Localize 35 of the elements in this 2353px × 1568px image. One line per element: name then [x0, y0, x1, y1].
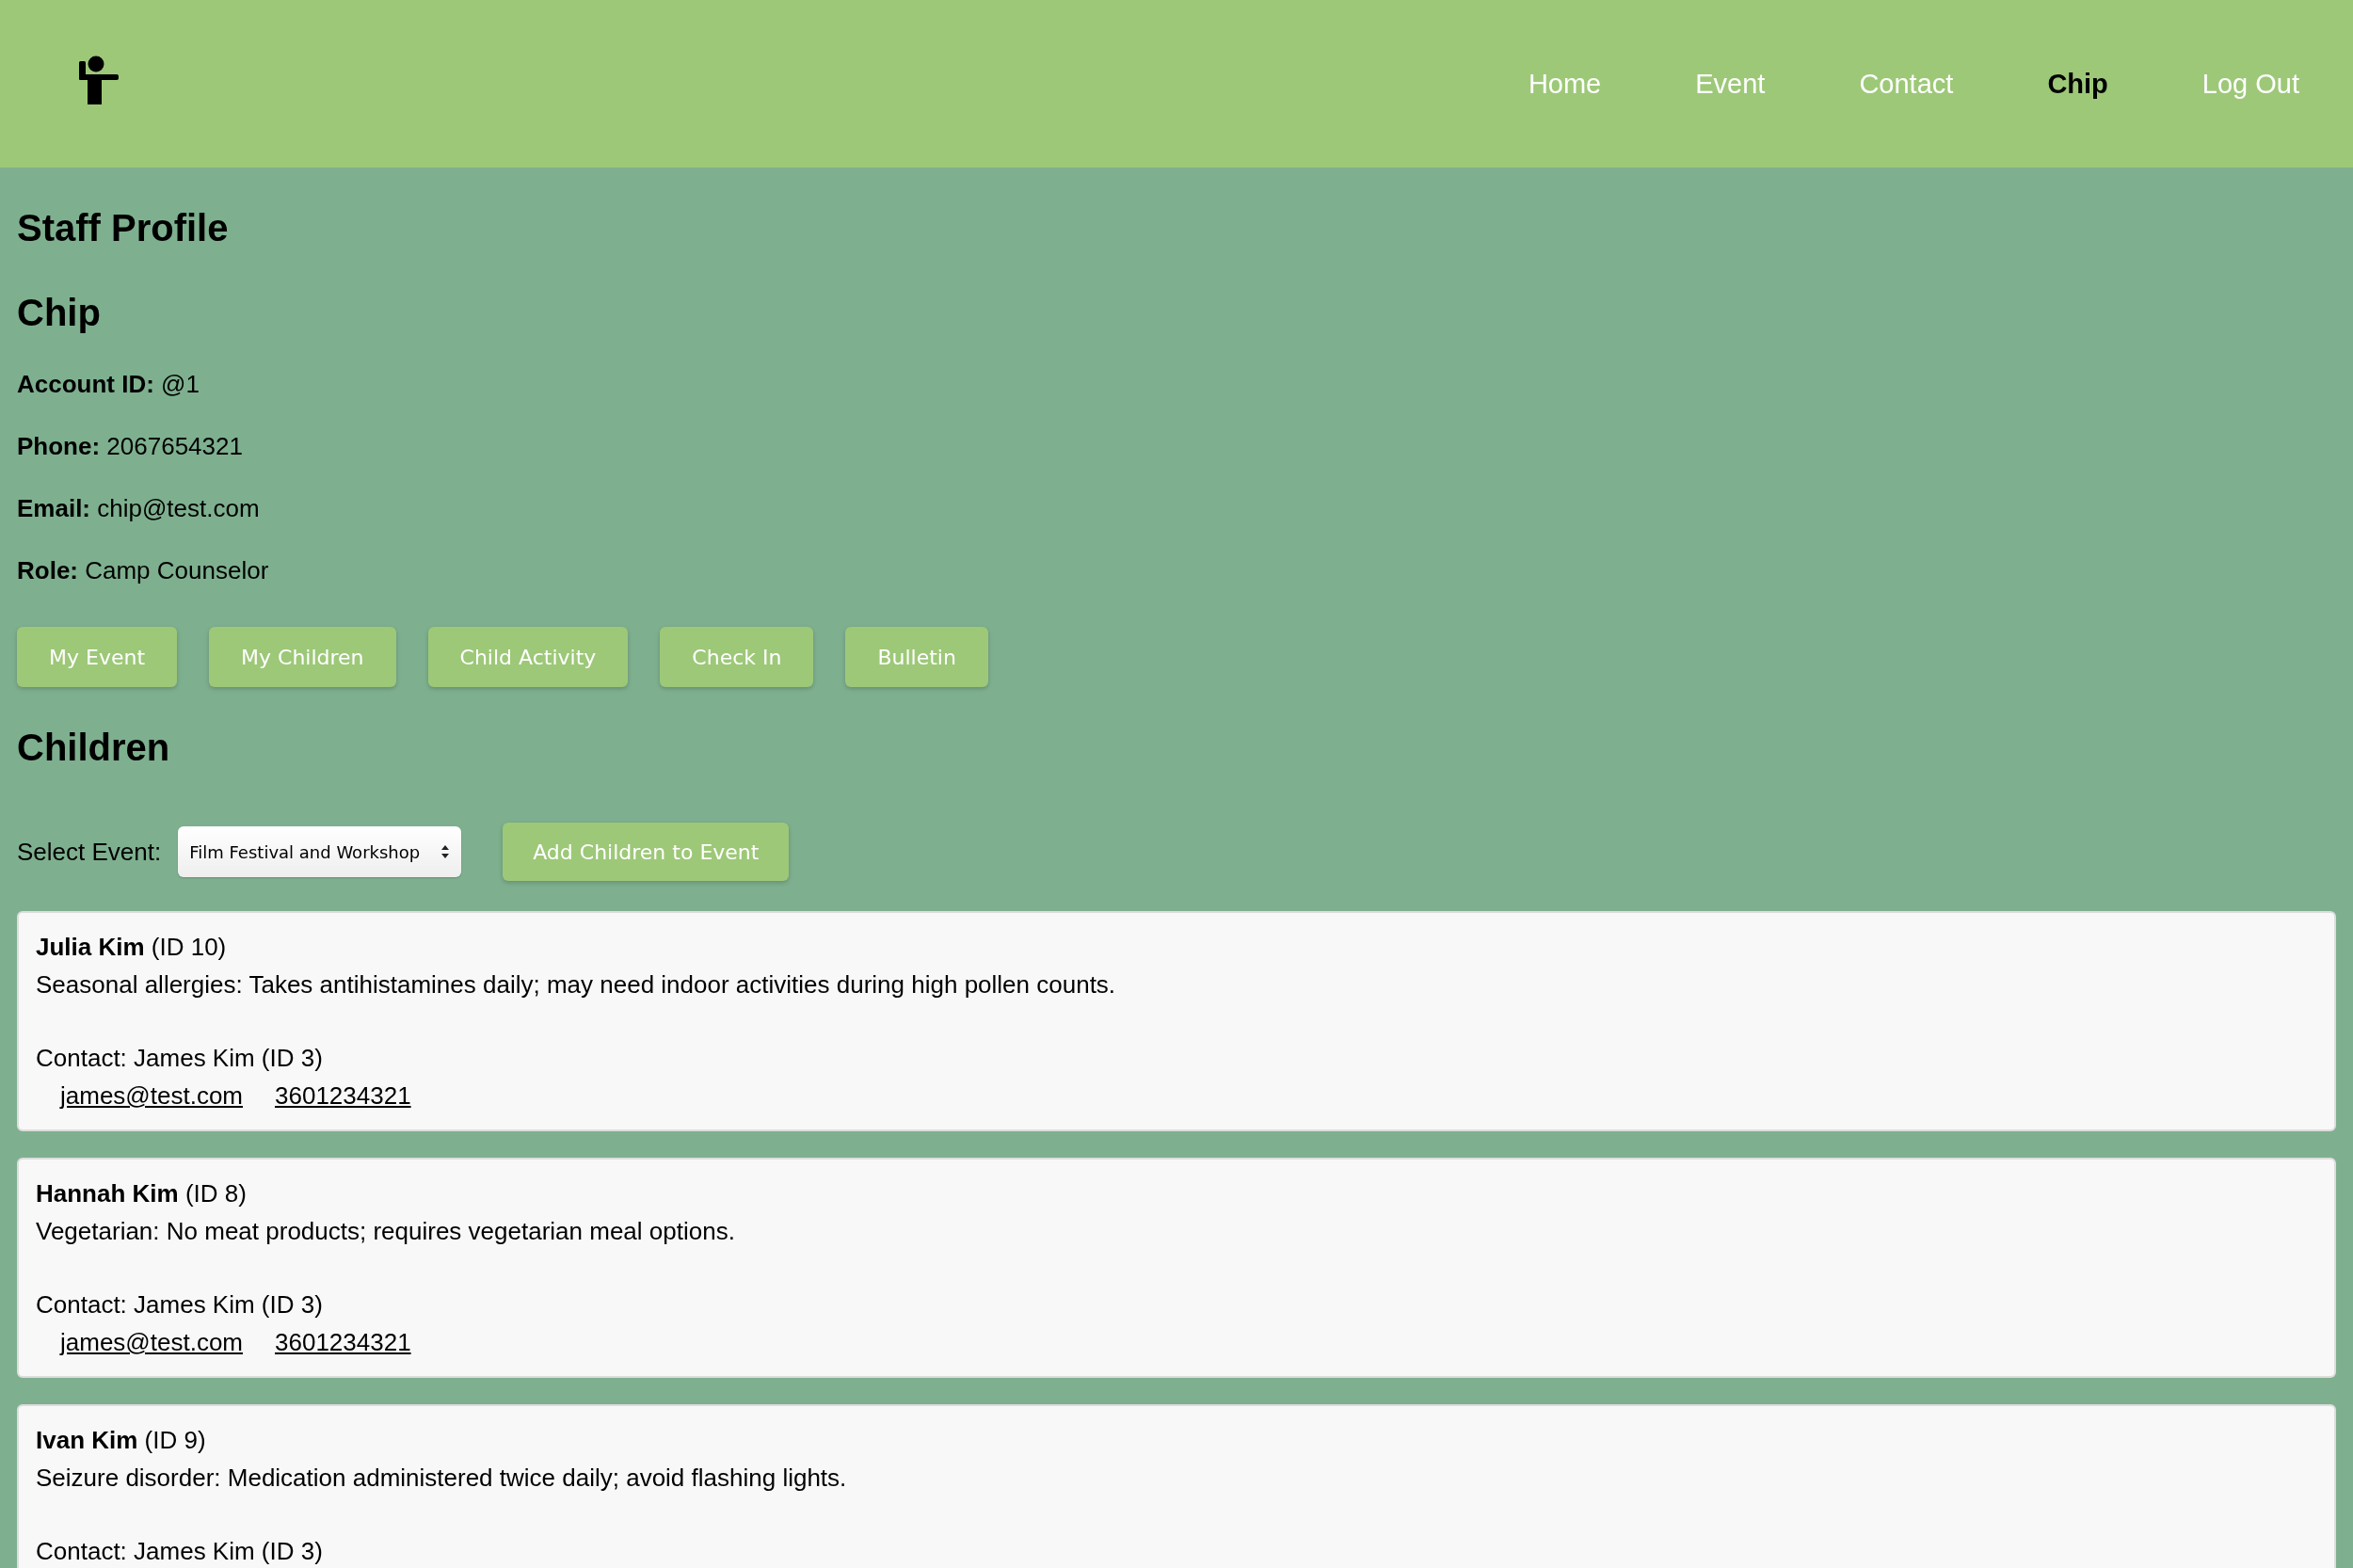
nav-link[interactable]: Log Out [2154, 68, 2353, 100]
nav-link[interactable]: Event [1648, 68, 1813, 100]
profile-field: Phone: 2067654321 [17, 431, 2336, 461]
staff-name: Chip [17, 291, 102, 335]
profile-field: Role: Camp Counselor [17, 555, 2336, 585]
action-button[interactable]: Check In [660, 627, 814, 687]
nav-link[interactable]: Chip [2000, 68, 2155, 100]
child-name: Hannah Kim (ID 8) [36, 1178, 248, 1209]
select-label: Select Event: [17, 837, 162, 867]
email-link[interactable]: james@test.com [60, 1077, 243, 1114]
add-button[interactable]: Add Children to Event [503, 823, 790, 881]
contact-name: Contact: James Kim (ID 3) [36, 1043, 324, 1074]
profile-field: Account ID: @1 [17, 369, 2336, 399]
child-name: Ivan Kim (ID 9) [36, 1425, 207, 1456]
phone-link[interactable]: 3601234321 [275, 1323, 411, 1361]
action-button[interactable]: My Children [209, 627, 396, 687]
child-note: Seizure disorder: Medication administered twice daily; avoid flashing lights. [36, 1463, 848, 1494]
phone-link[interactable]: 3601234321 [275, 1077, 411, 1114]
contact-name: Contact: James Kim (ID 3) [36, 1289, 324, 1320]
child-note: Seasonal allergies: Takes antihistamines daily; may need indoor activities during high pollen counts. [36, 969, 1117, 1000]
child-name: Julia Kim (ID 10) [36, 932, 228, 963]
profile-field: Email: chip@test.com [17, 493, 2336, 523]
email-link[interactable]: james@test.com [60, 1323, 243, 1361]
section-title: Children [17, 726, 171, 770]
page-title: Staff Profile [17, 206, 230, 250]
child-note: Vegetarian: No meat products; requires vegetarian meal options. [36, 1216, 736, 1247]
event-select[interactable]: Film Festival and Workshop [178, 826, 462, 877]
nav-link[interactable]: Home [1481, 68, 1649, 100]
action-button[interactable]: Bulletin [845, 627, 988, 687]
contact-name: Contact: James Kim (ID 3) [36, 1536, 324, 1567]
person-logo-icon[interactable] [79, 56, 119, 104]
nav-link[interactable]: Contact [1812, 68, 2001, 100]
dropdown-arrows-icon[interactable] [440, 844, 451, 859]
action-button[interactable]: My Event [17, 627, 178, 687]
action-button[interactable]: Child Activity [427, 627, 629, 687]
